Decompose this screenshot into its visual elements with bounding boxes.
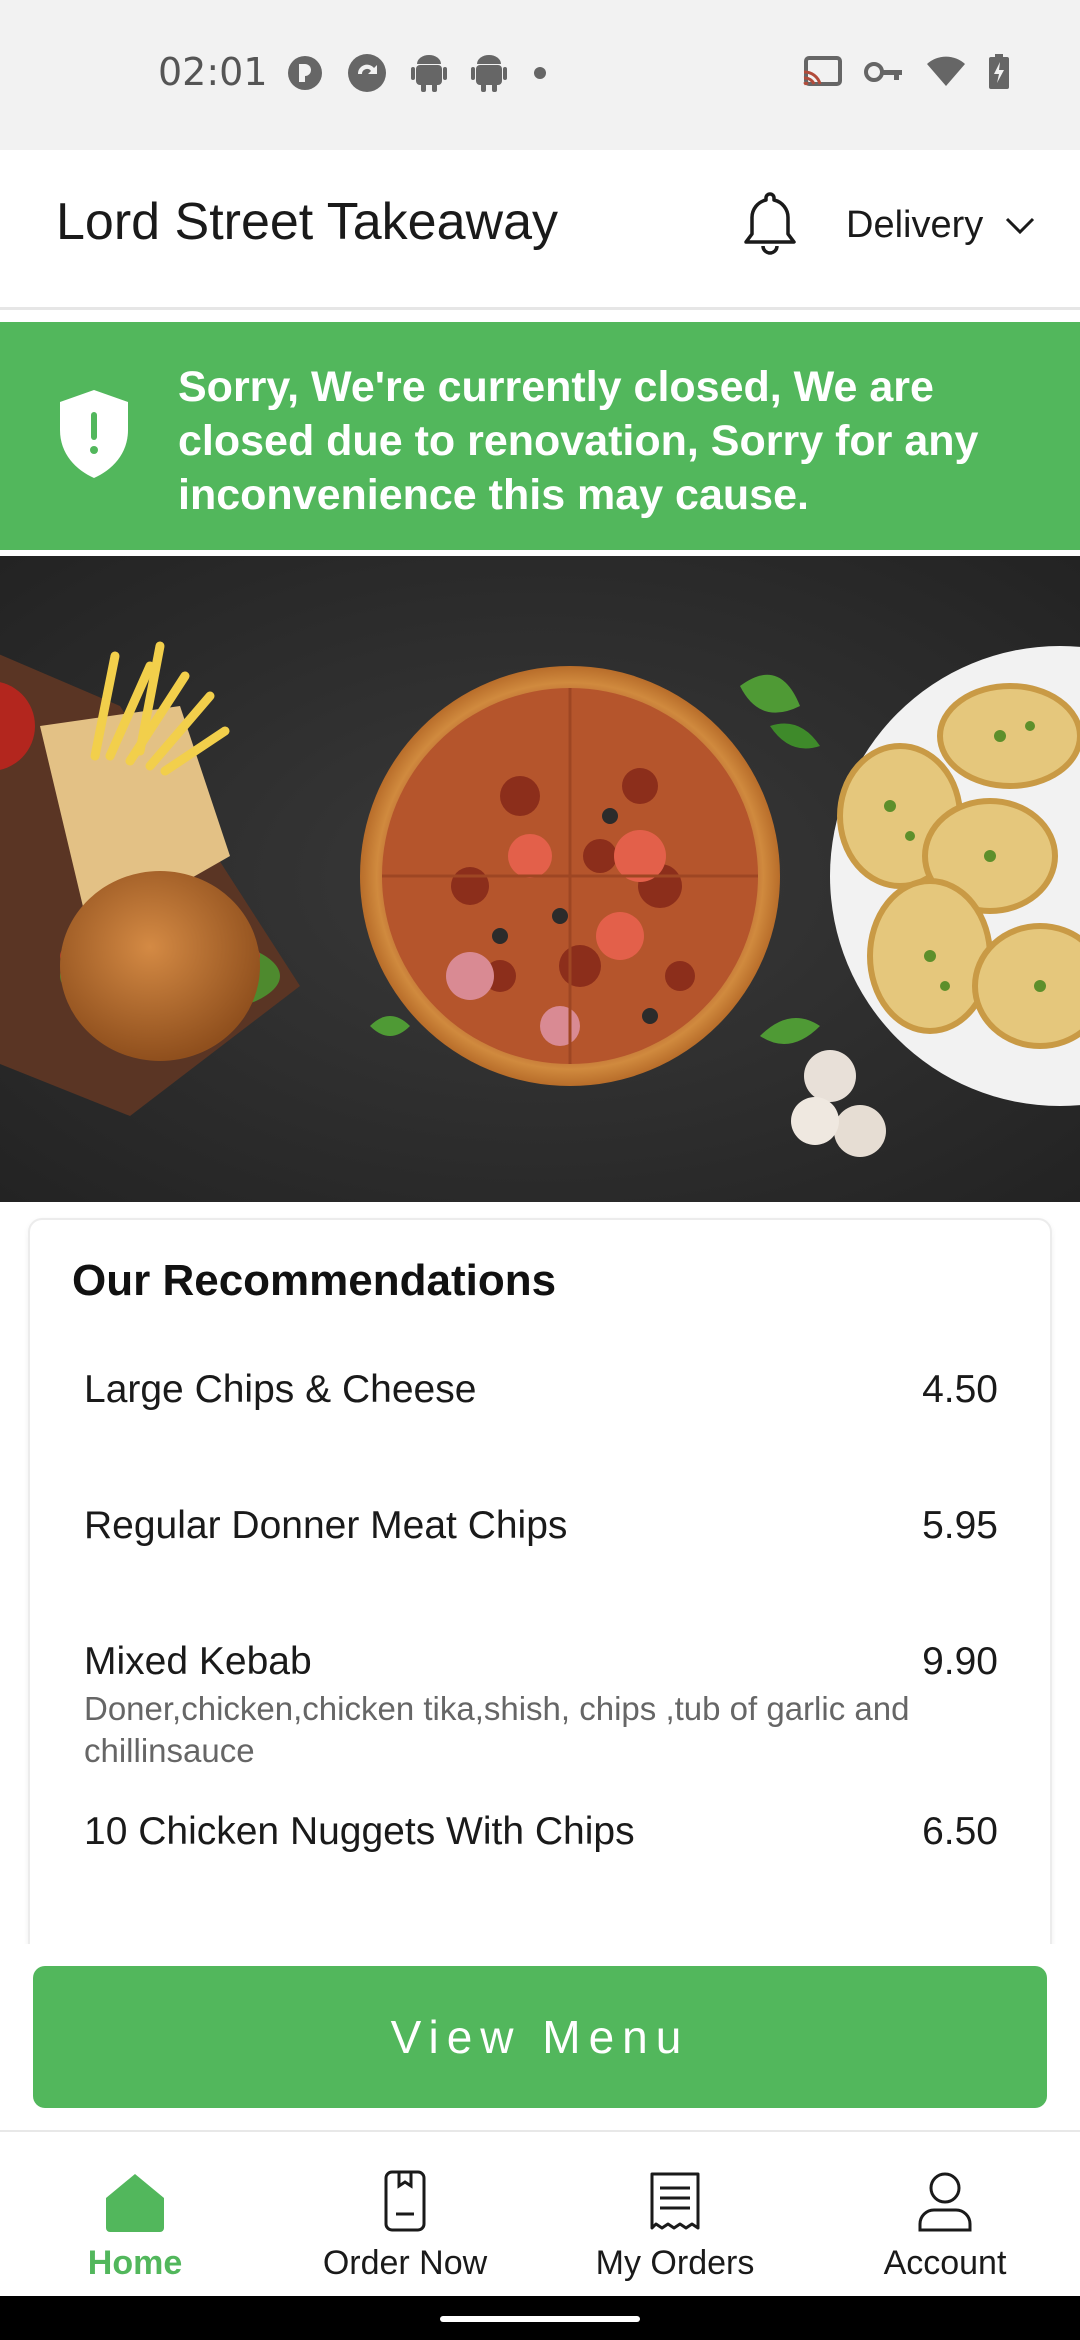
item-name: Regular Donner Meat Chips — [84, 1504, 568, 1547]
battery-charging-icon — [989, 54, 1009, 89]
closed-notice-banner: Sorry, We're currently closed, We are cl… — [0, 322, 1080, 550]
nav-label-order-now: Order Now — [322, 2244, 488, 2282]
nav-item-order-now[interactable]: Order Now — [270, 2132, 540, 2298]
home-icon — [106, 2174, 164, 2232]
view-menu-button[interactable]: View Menu — [33, 1966, 1047, 2108]
home-gesture-pill[interactable] — [440, 2316, 640, 2322]
item-name: Large Chips & Cheese — [84, 1368, 477, 1411]
account-icon — [918, 2172, 972, 2232]
android-icon — [471, 55, 507, 92]
item-price: 5.95 — [922, 1504, 998, 1547]
recommendation-item[interactable]: 10 Chicken Nuggets With Chips 6.50 — [84, 1810, 998, 1854]
page-title: Lord Street Takeaway — [56, 193, 558, 251]
item-price: 9.90 — [922, 1640, 998, 1683]
vpn-key-icon — [864, 62, 902, 82]
delivery-mode-dropdown[interactable]: Delivery — [846, 204, 1035, 247]
recommendation-item[interactable]: Large Chips & Cheese 4.50 — [84, 1368, 998, 1412]
item-name: Mixed Kebab — [84, 1640, 312, 1683]
wifi-icon — [927, 56, 965, 86]
item-description: Doner,chicken,chicken tika,shish, chips … — [84, 1690, 910, 1769]
receipt-icon — [650, 2172, 700, 2230]
status-bar: 02:01 — [0, 0, 1080, 150]
sync-app-icon — [348, 54, 386, 92]
nav-label-my-orders: My Orders — [595, 2244, 755, 2282]
food-illustration — [0, 556, 1080, 1202]
chevron-down-icon — [1006, 217, 1035, 234]
bell-icon[interactable] — [740, 188, 800, 260]
status-time: 02:01 — [158, 50, 268, 94]
bottom-navigation: Home Order Now My Orders Account — [0, 2130, 1080, 2296]
closed-notice-text: Sorry, We're currently closed, We are cl… — [178, 363, 979, 519]
item-price: 6.50 — [922, 1810, 998, 1853]
app-notification-icon — [288, 56, 322, 90]
item-name: 10 Chicken Nuggets With Chips — [84, 1810, 635, 1853]
recommendation-item[interactable]: Regular Donner Meat Chips 5.95 — [84, 1504, 998, 1548]
system-icons — [802, 54, 1010, 90]
recommendation-item[interactable]: Mixed Kebab 9.90 Doner,chicken,chicken t… — [84, 1640, 998, 1772]
nav-item-home[interactable]: Home — [0, 2132, 270, 2298]
recommendations-title: Our Recommendations — [72, 1256, 557, 1305]
android-icon — [411, 55, 447, 92]
notification-icons — [286, 52, 550, 94]
delivery-mode-label: Delivery — [846, 204, 984, 246]
app-header: Lord Street Takeaway Delivery — [0, 150, 1080, 310]
nav-item-account[interactable]: Account — [810, 2132, 1080, 2298]
nav-label-home: Home — [87, 2244, 183, 2282]
item-price: 4.50 — [922, 1368, 998, 1411]
hero-food-image — [0, 556, 1080, 1202]
shield-alert-icon — [60, 390, 128, 478]
cast-icon — [803, 56, 842, 86]
order-icon — [384, 2170, 426, 2232]
system-gesture-bar — [0, 2296, 1080, 2340]
more-notifications-dot-icon — [534, 67, 546, 79]
nav-item-my-orders[interactable]: My Orders — [540, 2132, 810, 2298]
nav-label-account: Account — [883, 2244, 1007, 2282]
